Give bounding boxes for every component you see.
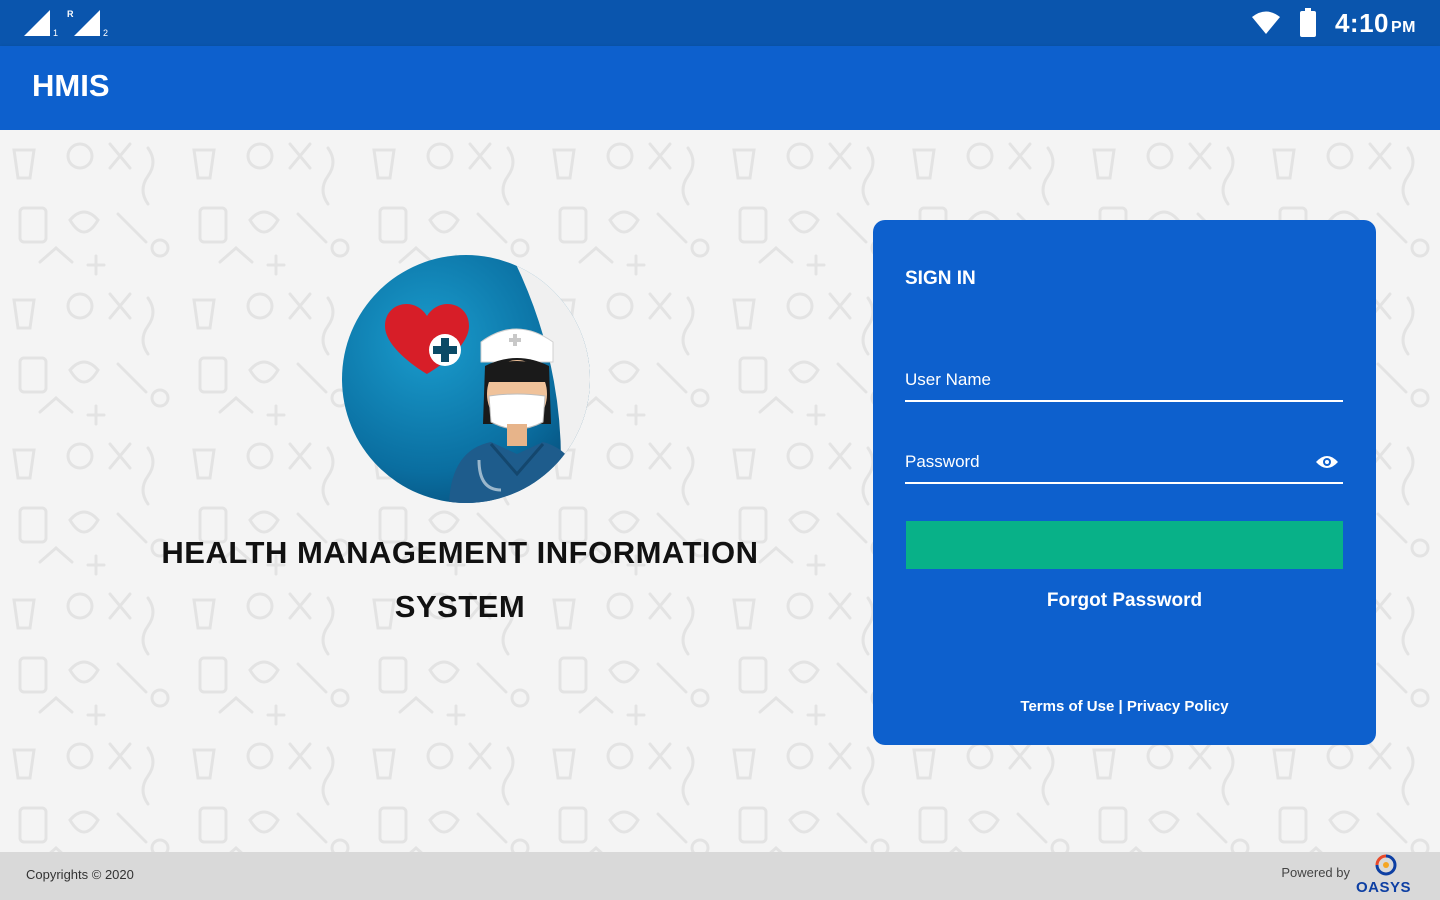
oasys-logo-icon	[1375, 854, 1397, 876]
wifi-icon	[1251, 11, 1280, 34]
sign-in-button[interactable]	[906, 521, 1343, 569]
footer: Copyrights © 2020 Powered by OASYS	[0, 852, 1440, 900]
svg-text:2: 2	[103, 28, 108, 38]
svg-text:1: 1	[53, 28, 58, 38]
username-input[interactable]	[905, 358, 1343, 400]
svg-text:R: R	[67, 9, 74, 19]
signal-roaming-icon: R 2	[67, 9, 108, 38]
app-title: HMIS	[32, 68, 110, 103]
eye-icon[interactable]	[1315, 454, 1339, 470]
oasys-brand: OASYS	[1356, 879, 1412, 896]
login-screen: HEALTH MANAGEMENT INFORMATION SYSTEM SIG…	[0, 130, 1440, 852]
powered-by-text: Powered by	[1281, 865, 1350, 880]
password-input[interactable]	[905, 440, 1343, 482]
app-bar: HMIS	[0, 46, 1440, 130]
copyright-text: Copyrights © 2020	[26, 867, 134, 882]
terms-of-use-link[interactable]: Terms of Use	[1020, 698, 1114, 715]
status-clock: 4:10 PM	[1334, 7, 1416, 38]
oasys-logo: OASYS	[1356, 854, 1416, 898]
status-bar: 1 R 2 4:10 PM	[0, 0, 1440, 46]
legal-links: Terms of Use | Privacy Policy	[873, 698, 1376, 715]
username-field[interactable]: User Name	[905, 358, 1343, 402]
nurse-logo	[342, 255, 590, 503]
legal-separator: |	[1118, 698, 1123, 715]
signal-icon: 1	[24, 10, 58, 38]
system-name-heading: HEALTH MANAGEMENT INFORMATION SYSTEM	[161, 535, 759, 624]
battery-icon	[1299, 8, 1316, 37]
password-field[interactable]: Password	[905, 440, 1343, 484]
privacy-policy-link[interactable]: Privacy Policy	[1127, 698, 1229, 715]
forgot-password-link[interactable]: Forgot Password	[873, 590, 1376, 612]
sign-in-card: SIGN IN User Name Password Forgot Passwo…	[873, 220, 1376, 745]
sign-in-title: SIGN IN	[905, 268, 976, 289]
